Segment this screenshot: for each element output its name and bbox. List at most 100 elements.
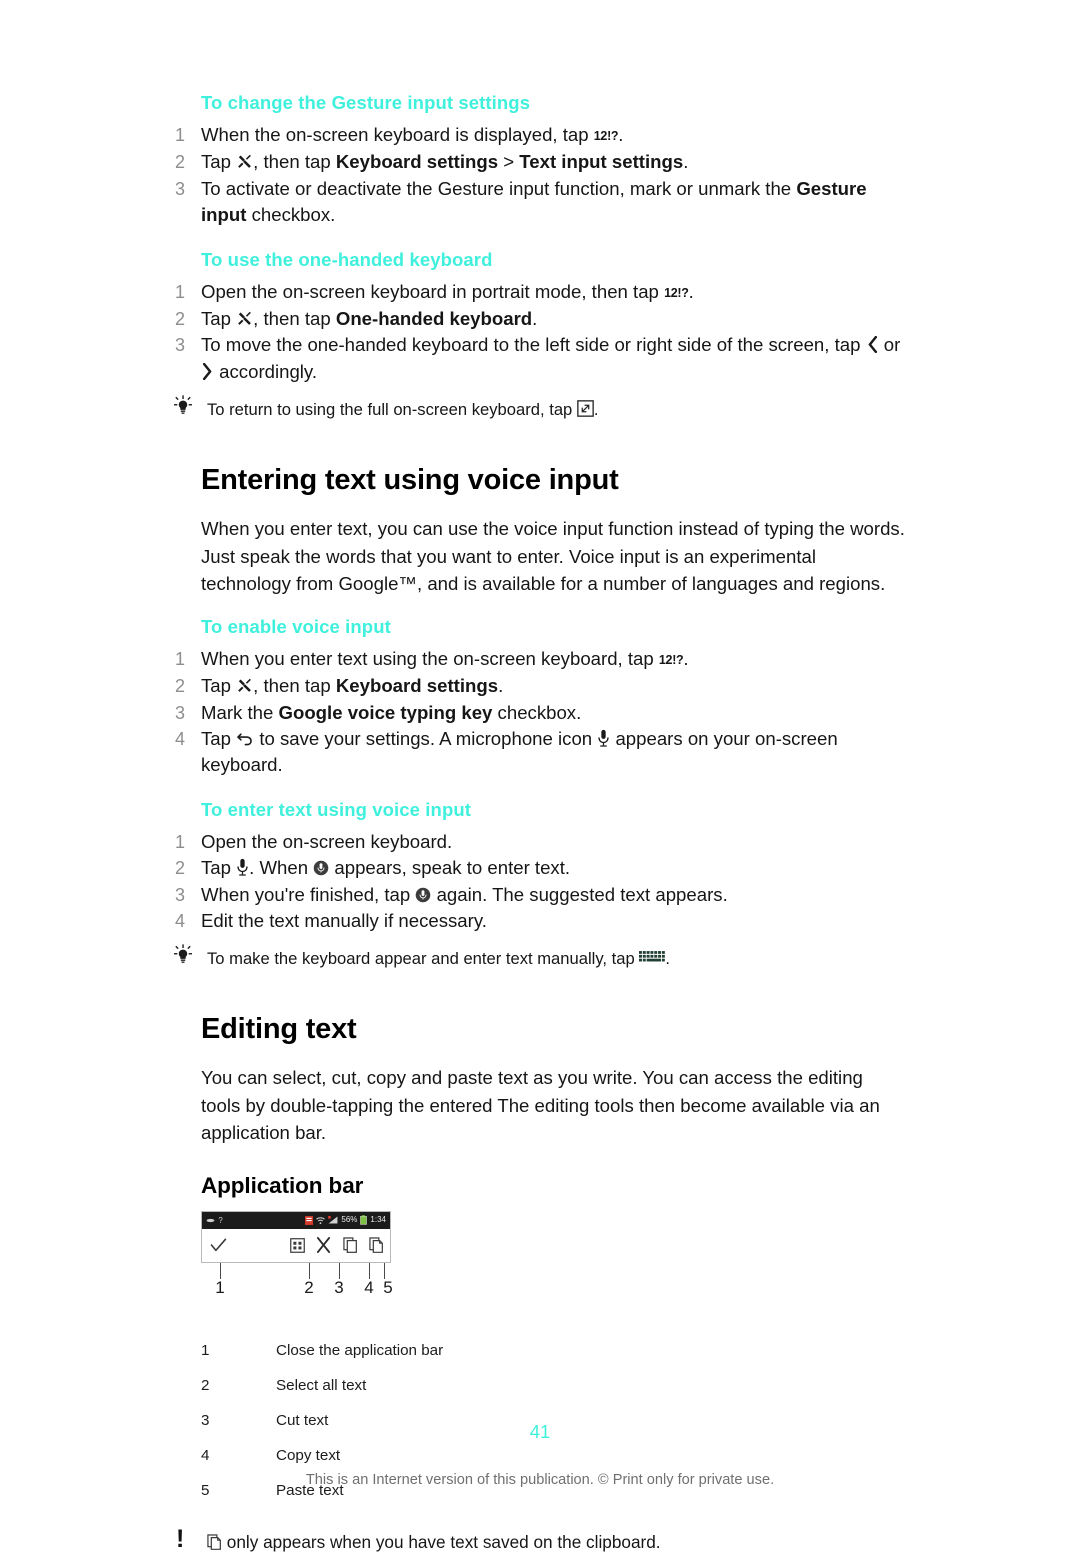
document-page: To change the Gesture input settings 1 W… — [0, 0, 1080, 1552]
step-item: 2 Tap . When appears, speak to enter tex… — [175, 855, 905, 881]
step-number: 3 — [175, 884, 186, 905]
keyboard-12-symbols-icon: 12!? — [658, 652, 684, 667]
tip-manual-keyboard: To make the keyboard appear and enter te… — [166, 944, 905, 971]
callout-number: 3 — [334, 1277, 344, 1297]
step-number: 2 — [175, 676, 186, 697]
step-item: 3 Mark the Google voice typing key check… — [175, 700, 905, 726]
wrench-icon — [236, 153, 253, 170]
step-text: Open the on-screen keyboard. — [201, 830, 453, 852]
signal-icon — [328, 1216, 338, 1224]
table-row: 1 Close the application bar — [201, 1333, 443, 1368]
chevron-left-icon — [866, 336, 879, 354]
application-bar-screenshot: ? 56% 1:34 — [201, 1210, 391, 1263]
bold-one-handed-keyboard: One-handed keyboard — [335, 308, 533, 330]
callout-number: 4 — [364, 1277, 374, 1297]
step-text-tail: appears, speak to enter text. — [329, 857, 571, 879]
legend-key: 1 — [201, 1341, 210, 1359]
step-item: 3 To move the one-handed keyboard to the… — [175, 332, 905, 385]
step-text: Tap — [201, 727, 237, 749]
mic-circle-icon — [313, 860, 329, 876]
step-text-mid: , then tap — [253, 308, 336, 330]
page-content: To change the Gesture input settings 1 W… — [174, 92, 905, 1555]
step-item: 4 Edit the text manually if necessary. — [175, 908, 905, 934]
step-number: 2 — [175, 858, 186, 879]
battery-percent-label: 56% — [341, 1215, 358, 1225]
cut-icon — [316, 1237, 331, 1254]
step-text: When the on-screen keyboard is displayed… — [201, 124, 594, 145]
lightbulb-icon — [172, 944, 194, 966]
step-item: 1 Open the on-screen keyboard in portrai… — [175, 279, 905, 306]
legend-key: 2 — [201, 1376, 210, 1394]
page-footer: This is an Internet version of this publ… — [305, 1472, 775, 1488]
step-text: Tap — [201, 151, 237, 173]
step-text: To move the one-handed keyboard to the l… — [201, 334, 866, 356]
appbar-check-button[interactable] — [202, 1238, 236, 1253]
appbar-select-all-button[interactable] — [284, 1238, 310, 1253]
microphone-icon — [597, 729, 610, 747]
callout-number: 5 — [383, 1277, 393, 1297]
expand-box-icon — [577, 400, 594, 418]
paste-icon — [207, 1534, 222, 1550]
step-text-mid: . When — [249, 857, 314, 879]
step-text-tail: checkbox. — [246, 204, 336, 226]
step-number: 1 — [175, 831, 186, 852]
phone-status-bar: ? 56% 1:34 — [202, 1211, 390, 1229]
step-text-tail: again. The suggested text appears. — [431, 883, 728, 905]
appbar-paste-button[interactable] — [364, 1237, 390, 1254]
step-number: 1 — [175, 281, 186, 302]
exclamation-icon: ! — [176, 1524, 185, 1553]
step-text-tail: checkbox. — [492, 701, 582, 723]
legend-value: Select all text — [276, 1376, 367, 1394]
step-number: 3 — [175, 178, 186, 199]
step-text-tail: . — [683, 151, 689, 173]
steps-enter-text-voice-input: 1 Open the on-screen keyboard. 2 Tap . W… — [175, 829, 905, 935]
step-text-tail: . — [618, 124, 624, 145]
intro-paragraph-voice-input: When you enter text, you can use the voi… — [201, 518, 905, 595]
lightbulb-icon — [172, 395, 194, 417]
step-item: 3 When you're finished, tap again. The s… — [175, 882, 905, 908]
step-text-mid: , then tap — [253, 151, 336, 173]
check-icon — [210, 1238, 227, 1253]
keyboard-icon — [639, 950, 666, 966]
step-text-tail: accordingly. — [214, 360, 318, 382]
step-text-tail: . — [683, 647, 689, 669]
select-all-icon — [289, 1238, 305, 1253]
step-item: 1 When the on-screen keyboard is display… — [175, 122, 905, 149]
svg-text:?: ? — [218, 1216, 223, 1225]
section-heading-enter-text-voice-input: To enter text using voice input — [201, 798, 472, 820]
tip-text-tail: . — [593, 400, 599, 420]
appbar-cut-button[interactable] — [311, 1237, 337, 1254]
page-title-voice-input: Entering text using voice input — [201, 464, 619, 497]
step-text: When you're finished, tap — [201, 883, 416, 905]
legend-value: Copy text — [276, 1446, 341, 1464]
sync-icon — [305, 1215, 314, 1225]
step-text: Mark the — [201, 701, 279, 723]
intro-paragraph-editing-text: You can select, cut, copy and paste text… — [201, 1067, 880, 1144]
step-item: 4 Tap to save your settings. A microphon… — [175, 726, 905, 779]
section-heading-enable-voice-input: To enable voice input — [201, 615, 391, 637]
usb-icon — [206, 1217, 215, 1224]
step-number: 1 — [175, 648, 186, 669]
callout-number: 1 — [215, 1277, 225, 1297]
steps-one-handed-keyboard: 1 Open the on-screen keyboard in portrai… — [175, 279, 905, 386]
application-bar-icon-row — [202, 1228, 390, 1262]
tip-text: To return to using the full on-screen ke… — [207, 400, 577, 420]
bold-keyboard-settings: Keyboard settings — [335, 675, 499, 697]
section-heading-gesture-input: To change the Gesture input settings — [201, 92, 531, 113]
copy-icon — [343, 1237, 358, 1254]
wifi-icon — [316, 1216, 326, 1225]
step-number: 4 — [175, 911, 186, 931]
appbar-copy-button[interactable] — [337, 1237, 363, 1254]
table-row: 2 Select all text — [201, 1368, 443, 1403]
bold-google-voice-typing-key: Google voice typing key — [278, 701, 493, 723]
step-text: Edit the text manually if necessary. — [201, 910, 487, 931]
clock-label: 1:34 — [370, 1215, 386, 1225]
keyboard-12-symbols-icon: 12!? — [664, 285, 689, 300]
step-text-tail: . — [498, 675, 504, 697]
tip-full-keyboard: To return to using the full on-screen ke… — [166, 395, 905, 422]
help-icon: ? — [218, 1216, 225, 1225]
step-number: 3 — [175, 702, 186, 723]
figure-callouts: 1 2 3 4 5 — [201, 1262, 393, 1305]
step-text: Tap — [201, 675, 237, 697]
step-item: 2 Tap , then tap Keyboard settings > Tex… — [175, 149, 905, 175]
